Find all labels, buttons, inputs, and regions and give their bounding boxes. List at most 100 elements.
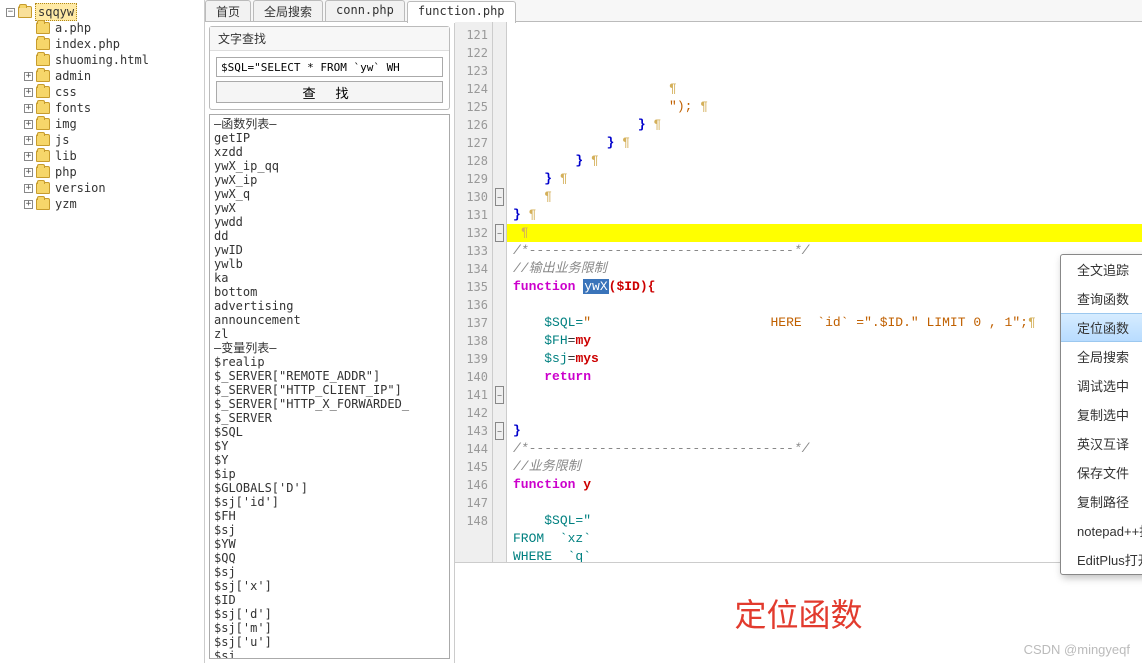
list-item[interactable]: $sj['x'] (214, 579, 445, 593)
expand-icon[interactable]: + (24, 136, 33, 145)
list-item[interactable]: ywX_ip_qq (214, 159, 445, 173)
tree-file[interactable]: a.php (24, 20, 204, 36)
code-line[interactable] (513, 296, 1142, 314)
code-body[interactable]: ¶ "); ¶ } ¶ } ¶ } ¶ } ¶ ¶} ¶ ¶/*--------… (507, 22, 1142, 562)
fold-gutter[interactable]: −−−− (493, 22, 507, 562)
code-line[interactable]: /*----------------------------------*/ (513, 242, 1142, 260)
ctx-item-7[interactable]: 保存文件 (1061, 458, 1142, 487)
ctx-item-4[interactable]: 调试选中 (1061, 371, 1142, 400)
list-item[interactable]: $_SERVER["HTTP_X_FORWARDED_ (214, 397, 445, 411)
list-item[interactable]: $sj['u'] (214, 635, 445, 649)
list-item[interactable]: announcement (214, 313, 445, 327)
list-item[interactable]: $SQL (214, 425, 445, 439)
tree-folder[interactable]: + img (24, 116, 204, 132)
list-item[interactable]: $_SERVER["REMOTE_ADDR"] (214, 369, 445, 383)
tree-folder[interactable]: +js (24, 132, 204, 148)
code-line[interactable]: FROM `xz` (513, 530, 1142, 548)
list-item[interactable]: $si (214, 649, 445, 659)
list-item[interactable]: advertising (214, 299, 445, 313)
search-button[interactable]: 查 找 (216, 81, 443, 103)
tree-folder-label[interactable]: php (53, 164, 79, 180)
code-line[interactable]: ¶ (513, 188, 1142, 206)
code-line[interactable]: $SQL=" HERE `id` =".$ID." LIMIT 0 , 1";¶ (513, 314, 1142, 332)
expand-icon[interactable]: + (24, 184, 33, 193)
list-item[interactable]: $sj['d'] (214, 607, 445, 621)
code-line[interactable]: ¶ (513, 224, 1142, 242)
fold-toggle-icon[interactable]: − (495, 386, 504, 404)
list-item[interactable]: $_SERVER (214, 411, 445, 425)
list-item[interactable]: ywX_q (214, 187, 445, 201)
list-item[interactable]: $FH (214, 509, 445, 523)
list-item[interactable]: zl (214, 327, 445, 341)
list-item[interactable]: $YW (214, 537, 445, 551)
code-line[interactable]: WHERE `q` (513, 548, 1142, 562)
tree-file-label[interactable]: shuoming.html (53, 52, 151, 68)
code-line[interactable]: } ¶ (513, 134, 1142, 152)
search-input[interactable] (216, 57, 443, 77)
list-item[interactable]: ywlb (214, 257, 445, 271)
ctx-item-3[interactable]: 全局搜索 (1061, 342, 1142, 371)
tree-folder-label[interactable]: admin (53, 68, 93, 84)
code-line[interactable]: } ¶ (513, 152, 1142, 170)
expand-icon[interactable]: + (24, 120, 33, 129)
function-list[interactable]: —函数列表—getIPxzddywX_ip_qqywX_ipywX_qywXyw… (209, 114, 450, 659)
list-item[interactable]: $sj (214, 565, 445, 579)
tab-function.php[interactable]: function.php (407, 1, 516, 23)
tree-folder[interactable]: + admin (24, 68, 204, 84)
ctx-item-8[interactable]: 复制路径 (1061, 487, 1142, 516)
list-item[interactable]: $ID (214, 593, 445, 607)
code-line[interactable]: } (513, 422, 1142, 440)
list-item[interactable]: $QQ (214, 551, 445, 565)
list-item[interactable]: $sj['m'] (214, 621, 445, 635)
list-item[interactable]: dd (214, 229, 445, 243)
list-item[interactable]: ka (214, 271, 445, 285)
list-item[interactable]: ywX_ip (214, 173, 445, 187)
fold-toggle-icon[interactable]: − (495, 224, 504, 242)
code-line[interactable]: //输出业务限制 (513, 260, 1142, 278)
code-line[interactable]: $sj=mys (513, 350, 1142, 368)
code-line[interactable]: } ¶ (513, 116, 1142, 134)
list-item[interactable]: bottom (214, 285, 445, 299)
list-item[interactable]: $_SERVER["HTTP_CLIENT_IP"] (214, 383, 445, 397)
tree-folder-label[interactable]: img (53, 116, 79, 132)
list-item[interactable]: $GLOBALS['D'] (214, 481, 445, 495)
ctx-item-1[interactable]: 查询函数 (1061, 284, 1142, 313)
ctx-item-9[interactable]: notepad++打开 (1061, 516, 1142, 545)
tab-全局搜索[interactable]: 全局搜索 (253, 0, 323, 21)
list-item[interactable]: ywX (214, 201, 445, 215)
code-line[interactable]: } ¶ (513, 206, 1142, 224)
tree-folder-label[interactable]: version (53, 180, 108, 196)
code-editor[interactable]: 1211221231241251261271281291301311321331… (455, 22, 1142, 663)
tree-root-label[interactable]: sqqyw (35, 3, 77, 21)
ctx-item-5[interactable]: 复制选中 (1061, 400, 1142, 429)
context-menu[interactable]: 全文追踪查询函数定位函数全局搜索调试选中复制选中英汉互译保存文件复制路径note… (1060, 254, 1142, 575)
tree-file-label[interactable]: index.php (53, 36, 122, 52)
ctx-item-10[interactable]: EditPlus打开 (1061, 545, 1142, 574)
code-line[interactable] (513, 404, 1142, 422)
tree-folder[interactable]: +fonts (24, 100, 204, 116)
tab-conn.php[interactable]: conn.php (325, 0, 405, 21)
tree-file[interactable]: index.php (24, 36, 204, 52)
tree-folder[interactable]: +css (24, 84, 204, 100)
list-item[interactable]: $realip (214, 355, 445, 369)
code-line[interactable]: return (513, 368, 1142, 386)
expand-icon[interactable]: + (24, 72, 33, 81)
tree-folder[interactable]: +lib (24, 148, 204, 164)
expand-icon[interactable]: + (24, 200, 33, 209)
code-line[interactable]: ¶ (513, 80, 1142, 98)
code-line[interactable]: //业务限制 (513, 458, 1142, 476)
code-line[interactable]: function ywX($ID){ (513, 278, 1142, 296)
expand-icon[interactable]: + (24, 104, 33, 113)
list-item[interactable]: getIP (214, 131, 445, 145)
code-line[interactable]: $SQL=" (513, 512, 1142, 530)
tab-首页[interactable]: 首页 (205, 0, 251, 21)
list-item[interactable]: $sj['id'] (214, 495, 445, 509)
ctx-item-0[interactable]: 全文追踪 (1061, 255, 1142, 284)
list-item[interactable]: $ip (214, 467, 445, 481)
file-tree[interactable]: − sqqyw a.phpindex.phpshuoming.html+admi… (0, 0, 205, 663)
expand-icon[interactable]: + (24, 168, 33, 177)
list-item[interactable]: —变量列表— (214, 341, 445, 355)
tree-folder-label[interactable]: css (53, 84, 79, 100)
fold-toggle-icon[interactable]: − (495, 188, 504, 206)
code-line[interactable] (513, 494, 1142, 512)
